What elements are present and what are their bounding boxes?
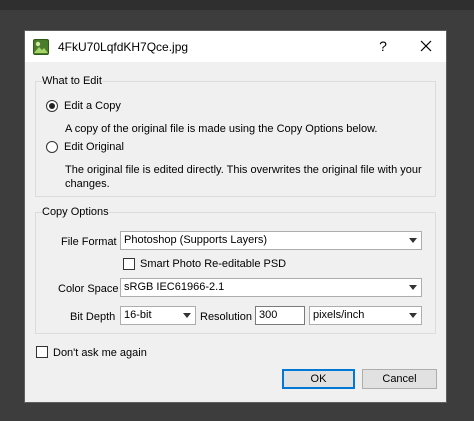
resolution-input[interactable]: 300 [255, 306, 305, 325]
edit-original-description: The original file is edited directly. Th… [65, 164, 422, 190]
resolution-label: Resolution [200, 311, 252, 323]
backdrop-top-band [0, 0, 474, 10]
edit-original-label[interactable]: Edit Original [64, 141, 124, 153]
copy-options-label: Copy Options [42, 206, 109, 218]
edit-copy-label[interactable]: Edit a Copy [64, 100, 121, 112]
photo-app-icon [33, 39, 49, 55]
file-format-value: Photoshop (Supports Layers) [124, 234, 268, 246]
edit-copy-description: A copy of the original file is made usin… [65, 123, 378, 135]
help-button[interactable]: ? [374, 37, 392, 55]
edit-options-dialog: 4FkU70LqfdKH7Qce.jpg ? What to Edit Edit… [24, 30, 447, 403]
edit-copy-radio[interactable] [46, 100, 58, 112]
close-icon [420, 40, 432, 52]
cancel-button[interactable]: Cancel [362, 369, 437, 389]
color-space-label: Color Space [58, 283, 119, 295]
dont-ask-checkbox[interactable] [36, 346, 48, 358]
chevron-down-icon [409, 313, 417, 318]
bit-depth-label: Bit Depth [70, 311, 116, 323]
dont-ask-label[interactable]: Don't ask me again [53, 347, 147, 359]
what-to-edit-label: What to Edit [42, 75, 102, 87]
chevron-down-icon [409, 285, 417, 290]
chevron-down-icon [409, 238, 417, 243]
close-button[interactable] [411, 33, 441, 59]
edit-original-radio[interactable] [46, 141, 58, 153]
file-format-label: File Format [61, 236, 117, 248]
smart-photo-label[interactable]: Smart Photo Re-editable PSD [140, 258, 286, 270]
color-space-select[interactable]: sRGB IEC61966-2.1 [120, 278, 422, 297]
title-bar: 4FkU70LqfdKH7Qce.jpg ? [25, 31, 446, 62]
window-title: 4FkU70LqfdKH7Qce.jpg [58, 40, 189, 54]
file-format-select[interactable]: Photoshop (Supports Layers) [120, 231, 422, 250]
smart-photo-checkbox[interactable] [123, 258, 135, 270]
resolution-value: 300 [259, 309, 278, 321]
resolution-unit-select[interactable]: pixels/inch [309, 306, 422, 325]
bit-depth-select[interactable]: 16-bit [120, 306, 196, 325]
ok-button[interactable]: OK [282, 369, 355, 389]
chevron-down-icon [183, 313, 191, 318]
resolution-unit-value: pixels/inch [313, 309, 365, 321]
color-space-value: sRGB IEC61966-2.1 [124, 281, 225, 293]
bit-depth-value: 16-bit [124, 309, 152, 321]
